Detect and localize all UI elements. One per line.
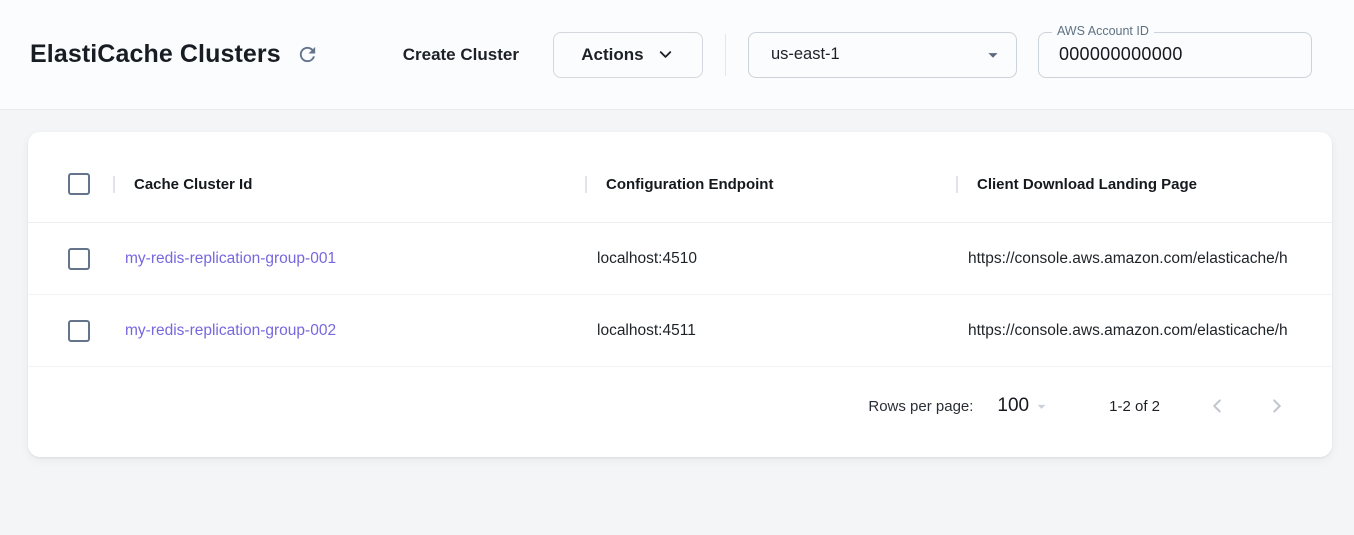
select-all-checkbox[interactable] xyxy=(68,173,90,195)
refresh-button[interactable] xyxy=(293,40,323,70)
row-checkbox[interactable] xyxy=(68,248,90,270)
column-header-label: Configuration Endpoint xyxy=(606,176,773,193)
chevron-left-icon xyxy=(1206,395,1228,417)
header-checkbox-cell xyxy=(28,173,113,195)
configuration-endpoint-cell: localhost:4510 xyxy=(585,250,956,268)
toolbar: ElastiCache Clusters Create Cluster Acti… xyxy=(0,0,1354,110)
client-download-landing-page-cell: https://console.aws.amazon.com/elasticac… xyxy=(956,322,1332,340)
table-row[interactable]: my-redis-replication-group-002 localhost… xyxy=(28,295,1332,367)
table-row[interactable]: my-redis-replication-group-001 localhost… xyxy=(28,223,1332,295)
region-select[interactable]: us-east-1 xyxy=(748,32,1017,78)
cache-cluster-id-link[interactable]: my-redis-replication-group-002 xyxy=(125,322,336,339)
column-header-cache-cluster-id[interactable]: Cache Cluster Id xyxy=(113,176,585,193)
aws-account-id-input[interactable] xyxy=(1039,33,1311,77)
main-content: Cache Cluster Id Configuration Endpoint … xyxy=(0,110,1354,457)
row-checkbox-cell xyxy=(28,320,113,342)
clusters-table-card: Cache Cluster Id Configuration Endpoint … xyxy=(28,132,1332,457)
row-checkbox[interactable] xyxy=(68,320,90,342)
aws-account-id-label: AWS Account ID xyxy=(1052,24,1154,38)
chevron-right-icon xyxy=(1266,395,1288,417)
next-page-button[interactable] xyxy=(1260,389,1294,423)
rows-per-page-select[interactable]: 100 xyxy=(997,395,1051,417)
chevron-down-icon xyxy=(656,45,675,64)
caret-down-icon xyxy=(982,44,1004,66)
table-pagination: Rows per page: 100 1-2 of 2 xyxy=(28,367,1332,457)
caret-down-icon xyxy=(1032,397,1051,416)
column-header-configuration-endpoint[interactable]: Configuration Endpoint xyxy=(585,176,956,193)
column-header-client-download-landing-page[interactable]: Client Download Landing Page xyxy=(956,176,1332,193)
rows-per-page-value: 100 xyxy=(997,395,1029,417)
row-checkbox-cell xyxy=(28,248,113,270)
pagination-range-label: 1-2 of 2 xyxy=(1109,398,1160,415)
cache-cluster-id-link[interactable]: my-redis-replication-group-001 xyxy=(125,250,336,267)
actions-button-label: Actions xyxy=(581,45,643,65)
rows-per-page-label: Rows per page: xyxy=(868,398,973,415)
create-cluster-button[interactable]: Create Cluster xyxy=(403,45,519,65)
column-header-label: Cache Cluster Id xyxy=(134,176,252,193)
previous-page-button[interactable] xyxy=(1200,389,1234,423)
region-selected-value: us-east-1 xyxy=(771,45,840,64)
table-header-row: Cache Cluster Id Configuration Endpoint … xyxy=(28,132,1332,223)
page-title: ElastiCache Clusters xyxy=(30,40,281,69)
configuration-endpoint-cell: localhost:4511 xyxy=(585,322,956,340)
actions-button[interactable]: Actions xyxy=(553,32,703,78)
client-download-landing-page-cell: https://console.aws.amazon.com/elasticac… xyxy=(956,250,1332,268)
column-header-label: Client Download Landing Page xyxy=(977,176,1197,193)
aws-account-id-field: AWS Account ID xyxy=(1038,32,1312,78)
refresh-icon xyxy=(296,43,319,66)
toolbar-divider xyxy=(725,34,726,76)
